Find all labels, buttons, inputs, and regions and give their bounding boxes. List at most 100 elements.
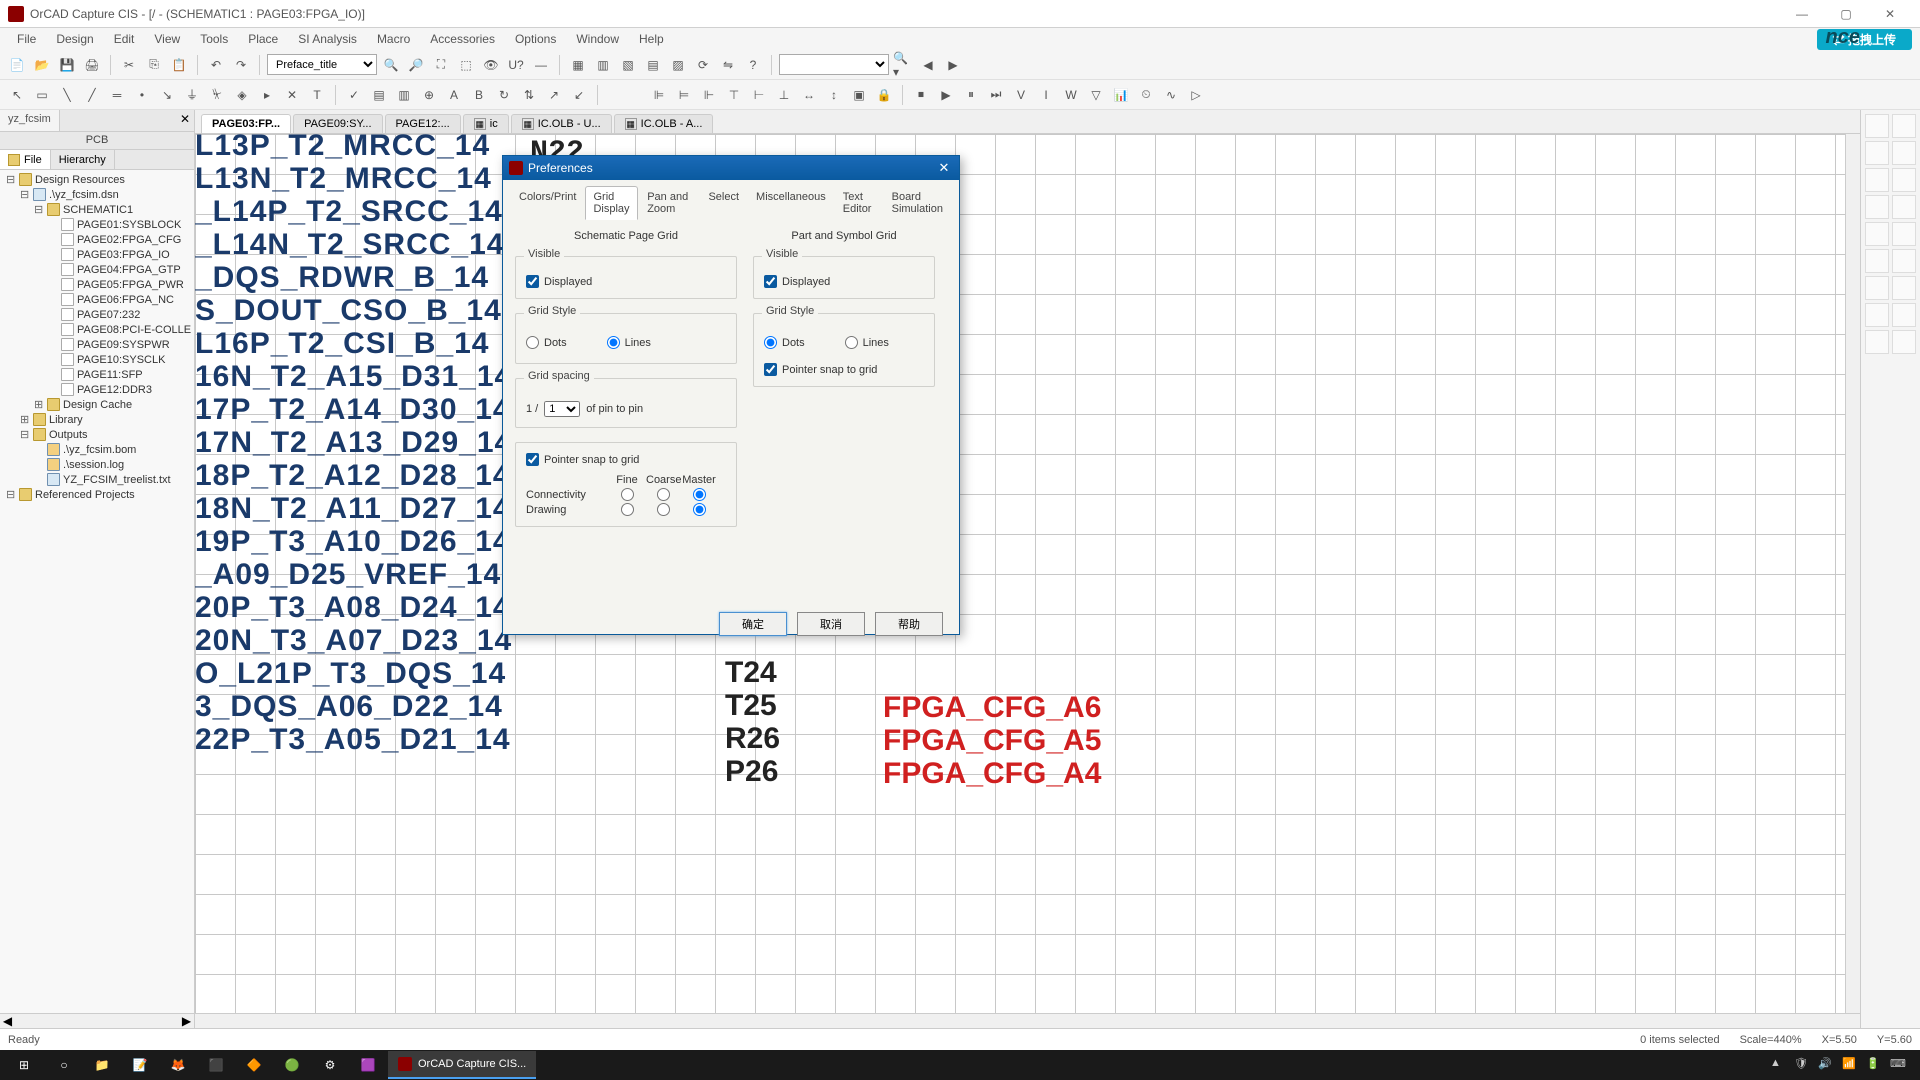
align-center-icon[interactable]: ⊨ — [673, 84, 695, 106]
tab-misc[interactable]: Miscellaneous — [748, 186, 834, 220]
tool-icon[interactable] — [1865, 114, 1889, 138]
tool-icon[interactable] — [1892, 114, 1916, 138]
tab-grid-display[interactable]: Grid Display — [585, 186, 638, 220]
tool-icon[interactable] — [1865, 303, 1889, 327]
sim-pause-icon[interactable]: ⏸ — [960, 84, 982, 106]
tree-page[interactable]: PAGE06:FPGA_NC — [0, 292, 194, 307]
find-select[interactable] — [779, 54, 889, 75]
tree-output-file[interactable]: .\yz_fcsim.bom — [0, 442, 194, 457]
tool-icon[interactable] — [1892, 168, 1916, 192]
taskbar-explorer-icon[interactable]: 📁 — [84, 1051, 120, 1079]
back-annotate-icon[interactable]: B — [468, 84, 490, 106]
taskbar-app-icon[interactable]: ⚙ — [312, 1051, 348, 1079]
prev-icon[interactable]: ◀ — [917, 54, 939, 76]
subtab-hierarchy[interactable]: Hierarchy — [51, 150, 115, 169]
tool-icon[interactable] — [1892, 195, 1916, 219]
mirror-icon[interactable]: ⇋ — [717, 54, 739, 76]
sim-step-icon[interactable]: ⏭ — [985, 84, 1007, 106]
displayed-checkbox[interactable]: Displayed — [526, 275, 726, 288]
undo-icon[interactable]: ↶ — [205, 54, 227, 76]
system-tray[interactable]: ▲ 🛡 🔊 📶 🔋 ⌨ — [1770, 1057, 1916, 1073]
taskbar-app-icon[interactable]: 🟪 — [350, 1051, 386, 1079]
drawing-coarse-radio[interactable] — [657, 503, 670, 516]
drawing-master-radio[interactable] — [693, 503, 706, 516]
zoom-fit-icon[interactable]: ⛶ — [430, 54, 452, 76]
snap-icon[interactable]: ▧ — [617, 54, 639, 76]
tree-library[interactable]: ⊞Library — [0, 412, 194, 427]
sim-stop-icon[interactable]: ⏹ — [910, 84, 932, 106]
sync-icon[interactable]: ⇅ — [518, 84, 540, 106]
dist-h-icon[interactable]: ↔ — [798, 84, 820, 106]
redo-icon[interactable]: ↷ — [230, 54, 252, 76]
scope-icon[interactable]: 📊 — [1110, 84, 1132, 106]
new-icon[interactable]: 📄 — [6, 54, 28, 76]
place-wire-icon[interactable]: ╲ — [56, 84, 78, 106]
minimize-button[interactable]: — — [1780, 0, 1824, 28]
tab-select[interactable]: Select — [700, 186, 747, 220]
connectivity-coarse-radio[interactable] — [657, 488, 670, 501]
tool-icon[interactable] — [1865, 249, 1889, 273]
tree-page[interactable]: PAGE11:SFP — [0, 367, 194, 382]
part-pointer-snap-checkbox[interactable]: Pointer snap to grid — [764, 363, 924, 376]
tree-schematic[interactable]: ⊟SCHEMATIC1 — [0, 202, 194, 217]
align-right-icon[interactable]: ⊩ — [698, 84, 720, 106]
dialog-titlebar[interactable]: Preferences ✕ — [503, 156, 959, 180]
menu-file[interactable]: File — [8, 30, 45, 48]
tree-page[interactable]: PAGE05:FPGA_PWR — [0, 277, 194, 292]
rotate-icon[interactable]: ⟳ — [692, 54, 714, 76]
tool-icon[interactable] — [1892, 222, 1916, 246]
tool-icon[interactable] — [1892, 330, 1916, 354]
select-icon[interactable]: ↖ — [6, 84, 28, 106]
export-icon[interactable]: ↗ — [543, 84, 565, 106]
pointer-snap-checkbox[interactable]: Pointer snap to grid — [526, 453, 726, 466]
doc-tab[interactable]: ▦IC.OLB - U... — [511, 114, 612, 133]
menu-edit[interactable]: Edit — [105, 30, 144, 48]
group-icon[interactable]: ▣ — [848, 84, 870, 106]
menu-place[interactable]: Place — [239, 30, 287, 48]
tab-board-sim[interactable]: Board Simulation — [884, 186, 951, 220]
place-entry-icon[interactable]: ↘ — [156, 84, 178, 106]
annotate-icon[interactable]: A — [443, 84, 465, 106]
tray-icon[interactable]: 🔋 — [1866, 1057, 1882, 1073]
lock-icon[interactable]: 🔒 — [873, 84, 895, 106]
left-scrollbar[interactable]: ◀▶ — [0, 1013, 194, 1028]
place-bus-icon[interactable]: ═ — [106, 84, 128, 106]
gen-icon[interactable]: ∿ — [1160, 84, 1182, 106]
tree-page[interactable]: PAGE08:PCI-E-COLLE — [0, 322, 194, 337]
ok-button[interactable]: 确定 — [719, 612, 787, 636]
distribute-icon[interactable]: ▨ — [667, 54, 689, 76]
tree-design-resources[interactable]: ⊟Design Resources — [0, 172, 194, 187]
taskbar-search-icon[interactable]: ○ — [46, 1051, 82, 1079]
tab-pan-zoom[interactable]: Pan and Zoom — [639, 186, 699, 220]
project-icon[interactable]: ▦ — [567, 54, 589, 76]
copy-icon[interactable]: ⎘ — [143, 54, 165, 76]
doc-tab[interactable]: ▦ic — [463, 114, 509, 133]
tree-page[interactable]: PAGE02:FPGA_CFG — [0, 232, 194, 247]
panel-close-icon[interactable]: ✕ — [176, 110, 194, 131]
u-icon[interactable]: U? — [505, 54, 527, 76]
cancel-button[interactable]: 取消 — [797, 612, 865, 636]
align-bottom-icon[interactable]: ⊥ — [773, 84, 795, 106]
menu-help[interactable]: Help — [630, 30, 673, 48]
tray-icon[interactable]: 📶 — [1842, 1057, 1858, 1073]
menu-macro[interactable]: Macro — [368, 30, 419, 48]
netlist-icon[interactable]: ▥ — [393, 84, 415, 106]
tree-design-cache[interactable]: ⊞Design Cache — [0, 397, 194, 412]
place-text-icon[interactable]: T — [306, 84, 328, 106]
place-junction-icon[interactable]: • — [131, 84, 153, 106]
tool-icon[interactable] — [1865, 141, 1889, 165]
menu-view[interactable]: View — [145, 30, 189, 48]
paste-icon[interactable]: 📋 — [168, 54, 190, 76]
align-top-icon[interactable]: ⊤ — [723, 84, 745, 106]
canvas-hscrollbar[interactable] — [195, 1013, 1860, 1028]
place-power-icon[interactable]: ⏚ — [181, 84, 203, 106]
menu-si-analysis[interactable]: SI Analysis — [289, 30, 366, 48]
connectivity-master-radio[interactable] — [693, 488, 706, 501]
tool-icon[interactable] — [1865, 222, 1889, 246]
canvas-vscrollbar[interactable] — [1845, 134, 1860, 1013]
print-icon[interactable]: 🖨 — [81, 54, 103, 76]
cross-probe-icon[interactable]: ⊕ — [418, 84, 440, 106]
place-port-icon[interactable]: ◈ — [231, 84, 253, 106]
tool-icon[interactable] — [1892, 141, 1916, 165]
grid-icon[interactable]: ▥ — [592, 54, 614, 76]
